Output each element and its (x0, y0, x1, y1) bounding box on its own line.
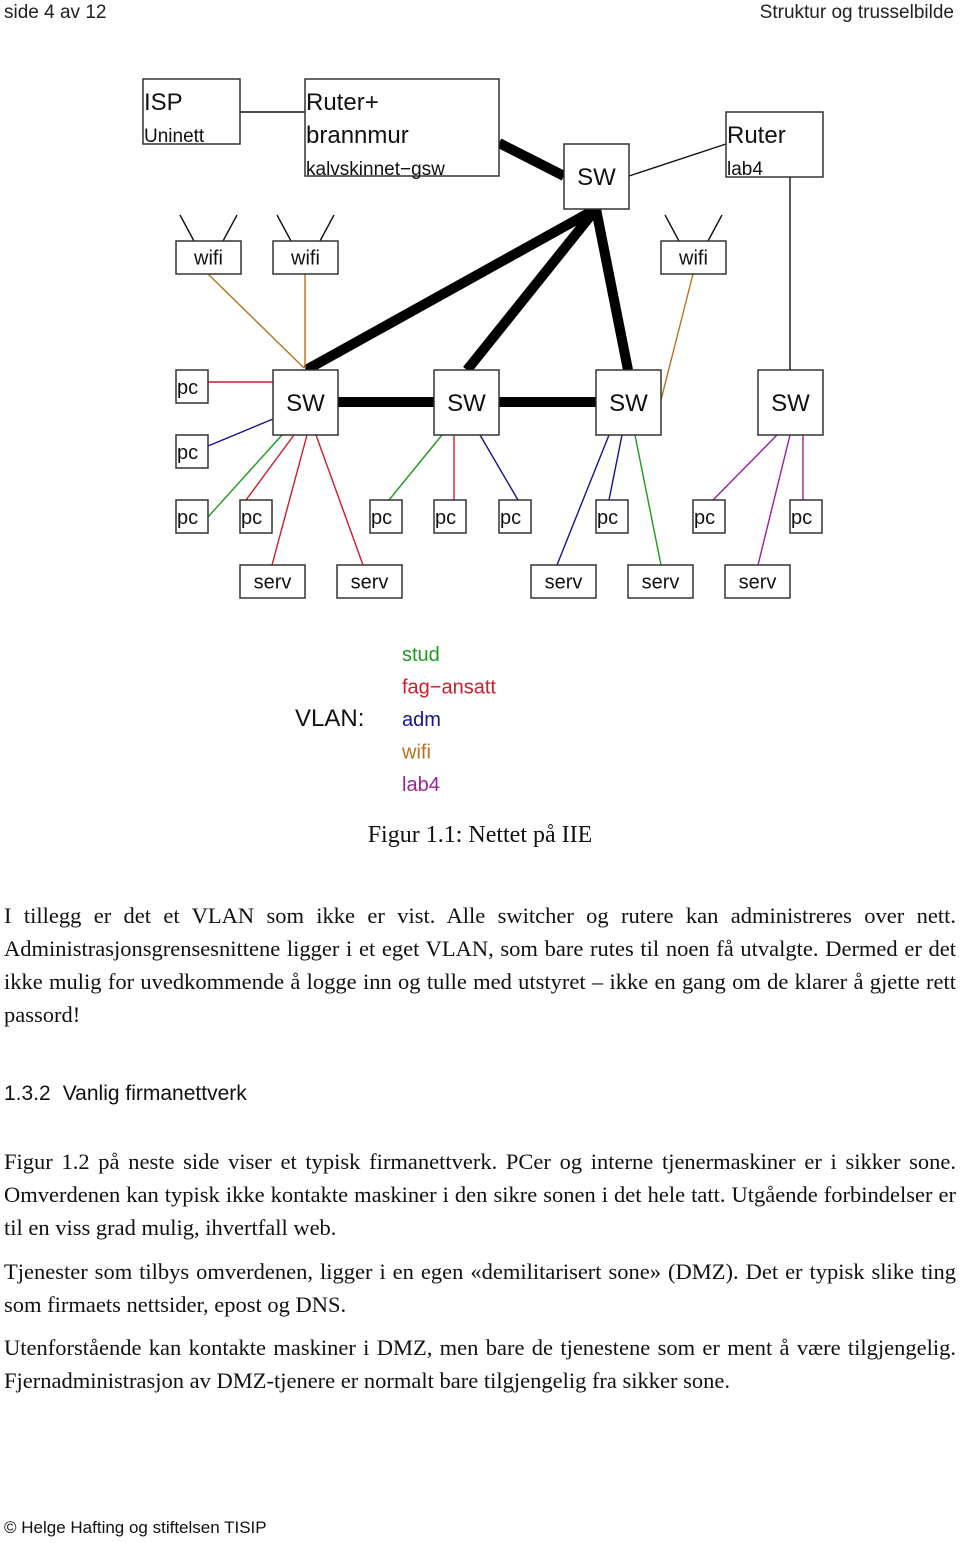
link-core-sw2-trunk (463, 205, 600, 374)
node-pc: pc (239, 499, 273, 534)
links-layer (207, 111, 804, 566)
node-pc: pc (692, 499, 726, 534)
legend-item-adm: adm (402, 709, 441, 731)
node-label: lab4 (727, 159, 763, 180)
node-wifi: wifi (660, 240, 727, 275)
nodes-layer: ISP Uninett Ruter+ brannmur kalvskinnet−gsw S… (142, 78, 824, 599)
link-sw4-pc7-lab4 (712, 434, 778, 501)
node-label: pc (694, 507, 715, 529)
node-label: SW (286, 390, 325, 417)
network-diagram: ISP Uninett Ruter+ brannmur kalvskinnet−gsw S… (142, 78, 824, 796)
antenna-icon (179, 214, 238, 242)
node-switch: SW (595, 369, 662, 436)
node-pc: pc (175, 499, 209, 534)
node-router: Ruter+ brannmur kalvskinnet−gsw (304, 78, 500, 180)
node-label: SW (577, 164, 616, 191)
vlan-legend: VLAN: stud fag−ansatt adm wifi lab4 (295, 644, 496, 796)
node-label: serv (351, 572, 389, 594)
link-sw2-pc3-stud (388, 434, 443, 501)
node-label: serv (545, 572, 583, 594)
link-sw4-srv5-lab4 (757, 434, 791, 566)
figure-caption: Figur 1.1: Nettet på IIE (367, 822, 593, 848)
paragraph-dmz-access: Utenforstående kan kontakte maskiner i D… (4, 1335, 956, 1393)
link-core-sw3-trunk (591, 208, 633, 371)
antenna-icon (276, 214, 335, 242)
node-label: pc (791, 507, 812, 529)
node-switch: SW (757, 369, 824, 436)
legend-item-lab4: lab4 (402, 774, 440, 796)
node-pc: pc (498, 499, 532, 534)
section-heading: 1.3.2 Vanlig firmanettverk (4, 1082, 247, 1106)
node-wifi: wifi (175, 240, 242, 275)
chapter-title: Struktur og trusselbilde (759, 2, 954, 23)
node-router: Ruter lab4 (725, 111, 824, 180)
node-label: pc (177, 442, 198, 464)
section-title: Vanlig firmanettverk (62, 1082, 247, 1105)
node-label: serv (642, 572, 680, 594)
link-sw1-srv1-fag-ansatt (271, 434, 308, 566)
link-sw1-srv2-fag-ansatt (315, 434, 364, 566)
node-serv: serv (239, 564, 306, 599)
link-core-lab4r-plain (628, 143, 727, 177)
node-label: pc (241, 507, 262, 529)
node-serv: serv (530, 564, 597, 599)
node-pc: pc (175, 434, 209, 469)
node-label: serv (254, 572, 292, 594)
legend-item-stud: stud (402, 644, 440, 666)
node-pc: pc (175, 369, 209, 404)
node-pc: pc (369, 499, 403, 534)
link-sw1-pcB-adm (207, 418, 274, 447)
node-switch: SW (272, 369, 339, 436)
paragraph-firm-network: Figur 1.2 på neste side viser et typisk … (4, 1149, 956, 1240)
link-sw3-srv4-stud (634, 434, 662, 566)
link-core-sw1-trunk (303, 204, 599, 375)
node-label: Ruter+ (306, 89, 379, 116)
node-router: ISP Uninett (142, 78, 241, 147)
node-label: pc (371, 507, 392, 529)
link-sw2-pc5-adm (479, 434, 519, 501)
node-switch: SW (563, 143, 630, 210)
legend-title: VLAN: (295, 705, 364, 732)
node-label: wifi (678, 248, 708, 270)
section-number: 1.3.2 (4, 1082, 51, 1105)
node-wifi: wifi (272, 240, 339, 275)
link-wifi3-sw3-wifi (660, 273, 694, 401)
node-serv: serv (627, 564, 694, 599)
antenna-layer (179, 214, 723, 242)
paragraph-admin-vlan: I tillegg er det et VLAN som ikke er vis… (4, 903, 956, 1027)
node-label: pc (500, 507, 521, 529)
node-label: brannmur (306, 122, 409, 149)
node-label: SW (609, 390, 648, 417)
node-label: SW (771, 390, 810, 417)
page-number: side 4 av 12 (4, 2, 107, 23)
node-label: kalvskinnet−gsw (306, 159, 445, 180)
paragraph-dmz: Tjenester som tilbys omverdenen, ligger … (4, 1259, 956, 1317)
legend-item-wifi: wifi (401, 742, 431, 764)
node-label: SW (447, 390, 486, 417)
node-label: wifi (290, 248, 320, 270)
node-label: pc (435, 507, 456, 529)
link-wifi1-sw1-wifi (207, 273, 305, 369)
legend-item-fag-ansatt: fag−ansatt (402, 677, 496, 699)
node-label: ISP (144, 89, 183, 116)
link-sw3-pc6-adm (608, 434, 623, 501)
node-serv: serv (336, 564, 403, 599)
copyright-footer: © Helge Hafting og stiftelsen TISIP (4, 1518, 267, 1537)
node-pc: pc (789, 499, 823, 534)
node-label: pc (597, 507, 618, 529)
node-switch: SW (433, 369, 500, 436)
node-label: pc (177, 507, 198, 529)
node-label: Uninett (144, 126, 205, 147)
link-fw-core-trunk (496, 138, 567, 181)
node-label: Ruter (727, 122, 786, 149)
antenna-icon (664, 214, 723, 242)
node-pc: pc (433, 499, 467, 534)
node-label: pc (177, 377, 198, 399)
node-label: wifi (193, 248, 223, 270)
node-serv: serv (724, 564, 791, 599)
node-label: serv (739, 572, 777, 594)
node-pc: pc (595, 499, 629, 534)
